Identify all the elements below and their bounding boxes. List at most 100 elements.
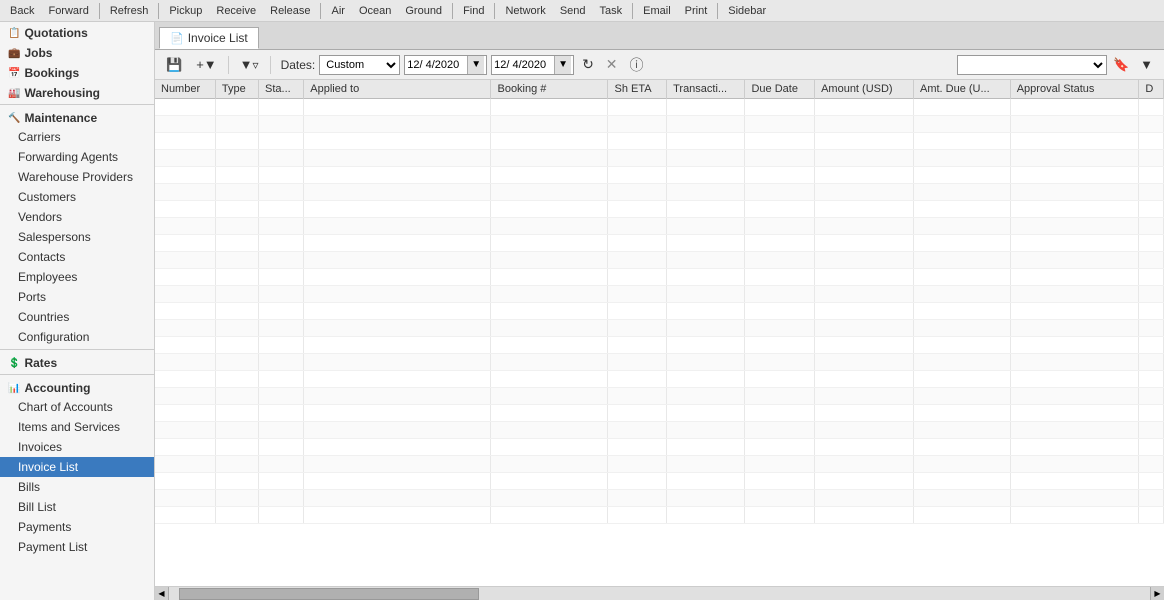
col-amount[interactable]: Amount (USD) — [815, 80, 914, 99]
save-button[interactable]: 💾 — [161, 54, 187, 76]
tab-invoice-list[interactable]: 📄 Invoice List — [159, 27, 259, 49]
sidebar-item-vendors[interactable]: Vendors — [0, 207, 154, 227]
sidebar-item-bills[interactable]: Bills — [0, 477, 154, 497]
col-amt-due[interactable]: Amt. Due (U... — [913, 80, 1010, 99]
refresh-data-button[interactable]: ↻ — [578, 54, 598, 75]
table-row[interactable] — [155, 167, 1164, 184]
table-row[interactable] — [155, 116, 1164, 133]
scroll-thumb[interactable] — [179, 588, 479, 600]
pickup-button[interactable]: Pickup — [163, 4, 208, 18]
col-type[interactable]: Type — [215, 80, 258, 99]
add-button[interactable]: +▼ — [191, 54, 221, 75]
table-row[interactable] — [155, 388, 1164, 405]
col-applied-to[interactable]: Applied to — [304, 80, 491, 99]
sidebar-item-contacts[interactable]: Contacts — [0, 247, 154, 267]
sidebar-section-rates[interactable]: 💲 Rates — [0, 352, 154, 372]
table-row[interactable] — [155, 150, 1164, 167]
network-button[interactable]: Network — [499, 4, 551, 18]
sidebar-item-invoice-list[interactable]: Invoice List — [0, 457, 154, 477]
back-button[interactable]: Back — [4, 4, 40, 18]
sidebar-item-carriers[interactable]: Carriers — [0, 127, 154, 147]
refresh-button[interactable]: Refresh — [104, 4, 155, 18]
date-to-picker[interactable]: ▼ — [554, 56, 571, 74]
sidebar-item-countries[interactable]: Countries — [0, 307, 154, 327]
table-row[interactable] — [155, 371, 1164, 388]
email-button[interactable]: Email — [637, 4, 677, 18]
ground-button[interactable]: Ground — [399, 4, 448, 18]
table-row[interactable] — [155, 439, 1164, 456]
cancel-filter-button[interactable]: ✕ — [602, 54, 622, 75]
find-button[interactable]: Find — [457, 4, 490, 18]
table-row[interactable] — [155, 422, 1164, 439]
sidebar-item-configuration[interactable]: Configuration — [0, 327, 154, 347]
table-row[interactable] — [155, 184, 1164, 201]
search-select[interactable] — [957, 55, 1107, 75]
sidebar-item-employees[interactable]: Employees — [0, 267, 154, 287]
table-row[interactable] — [155, 456, 1164, 473]
date-to-input[interactable] — [494, 59, 554, 71]
sidebar-section-quotations[interactable]: 📋 Quotations — [0, 22, 154, 42]
bookmark-button[interactable]: 🔖 — [1109, 55, 1133, 75]
send-button[interactable]: Send — [554, 4, 592, 18]
table-row[interactable] — [155, 473, 1164, 490]
save-icon: 💾 — [166, 57, 182, 73]
sidebar-item-payment-list[interactable]: Payment List — [0, 537, 154, 557]
col-transaction[interactable]: Transacti... — [667, 80, 745, 99]
table-row[interactable] — [155, 303, 1164, 320]
forward-button[interactable]: Forward — [42, 4, 94, 18]
sidebar-item-bill-list[interactable]: Bill List — [0, 497, 154, 517]
sidebar-item-ports[interactable]: Ports — [0, 287, 154, 307]
table-row[interactable] — [155, 405, 1164, 422]
col-approval-status[interactable]: Approval Status — [1010, 80, 1139, 99]
table-row[interactable] — [155, 490, 1164, 507]
table-row[interactable] — [155, 99, 1164, 116]
sidebar-item-salespersons[interactable]: Salespersons — [0, 227, 154, 247]
sidebar-section-warehousing[interactable]: 🏭 Warehousing — [0, 82, 154, 102]
date-from-input[interactable] — [407, 59, 467, 71]
release-button[interactable]: Release — [264, 4, 316, 18]
table-row[interactable] — [155, 320, 1164, 337]
table-row[interactable] — [155, 269, 1164, 286]
sidebar-section-accounting[interactable]: 📊 Accounting — [0, 377, 154, 397]
ocean-button[interactable]: Ocean — [353, 4, 397, 18]
table-row[interactable] — [155, 354, 1164, 371]
sidebar-item-warehouse-providers[interactable]: Warehouse Providers — [0, 167, 154, 187]
sidebar-item-invoices[interactable]: Invoices — [0, 437, 154, 457]
task-button[interactable]: Task — [594, 4, 629, 18]
print-button[interactable]: Print — [679, 4, 714, 18]
table-row[interactable] — [155, 201, 1164, 218]
scroll-left-button[interactable]: ◀ — [155, 587, 169, 600]
col-status[interactable]: Sta... — [259, 80, 304, 99]
table-row[interactable] — [155, 133, 1164, 150]
sidebar-section-bookings[interactable]: 📅 Bookings — [0, 62, 154, 82]
table-row[interactable] — [155, 337, 1164, 354]
sidebar-section-maintenance[interactable]: 🔨 Maintenance — [0, 107, 154, 127]
sidebar-button[interactable]: Sidebar — [722, 4, 772, 18]
col-sh-eta[interactable]: Sh ETA — [608, 80, 667, 99]
dates-select[interactable]: Custom Today This Week This Month This Y… — [319, 55, 400, 75]
filter-button[interactable]: ▼ ▿ — [235, 54, 264, 75]
table-row[interactable] — [155, 286, 1164, 303]
receive-button[interactable]: Receive — [210, 4, 262, 18]
scroll-right-button[interactable]: ▶ — [1150, 587, 1164, 600]
table-row[interactable] — [155, 507, 1164, 524]
col-d[interactable]: D — [1139, 80, 1164, 99]
table-row[interactable] — [155, 252, 1164, 269]
sidebar-item-payments[interactable]: Payments — [0, 517, 154, 537]
scroll-track[interactable] — [169, 587, 1150, 600]
sidebar-section-jobs[interactable]: 💼 Jobs — [0, 42, 154, 62]
sidebar-item-forwarding-agents[interactable]: Forwarding Agents — [0, 147, 154, 167]
bookmark-dropdown[interactable]: ▼ — [1135, 54, 1158, 75]
table-row[interactable] — [155, 218, 1164, 235]
sidebar-item-chart-of-accounts[interactable]: Chart of Accounts — [0, 397, 154, 417]
sidebar-resize-handle[interactable] — [150, 22, 154, 600]
table-row[interactable] — [155, 235, 1164, 252]
col-due-date[interactable]: Due Date — [745, 80, 815, 99]
info-button[interactable]: ⓘ — [626, 53, 648, 77]
air-button[interactable]: Air — [325, 4, 350, 18]
sidebar-item-customers[interactable]: Customers — [0, 187, 154, 207]
sidebar-item-items-and-services[interactable]: Items and Services — [0, 417, 154, 437]
col-number[interactable]: Number — [155, 80, 215, 99]
col-booking[interactable]: Booking # — [491, 80, 608, 99]
date-from-picker[interactable]: ▼ — [467, 56, 484, 74]
